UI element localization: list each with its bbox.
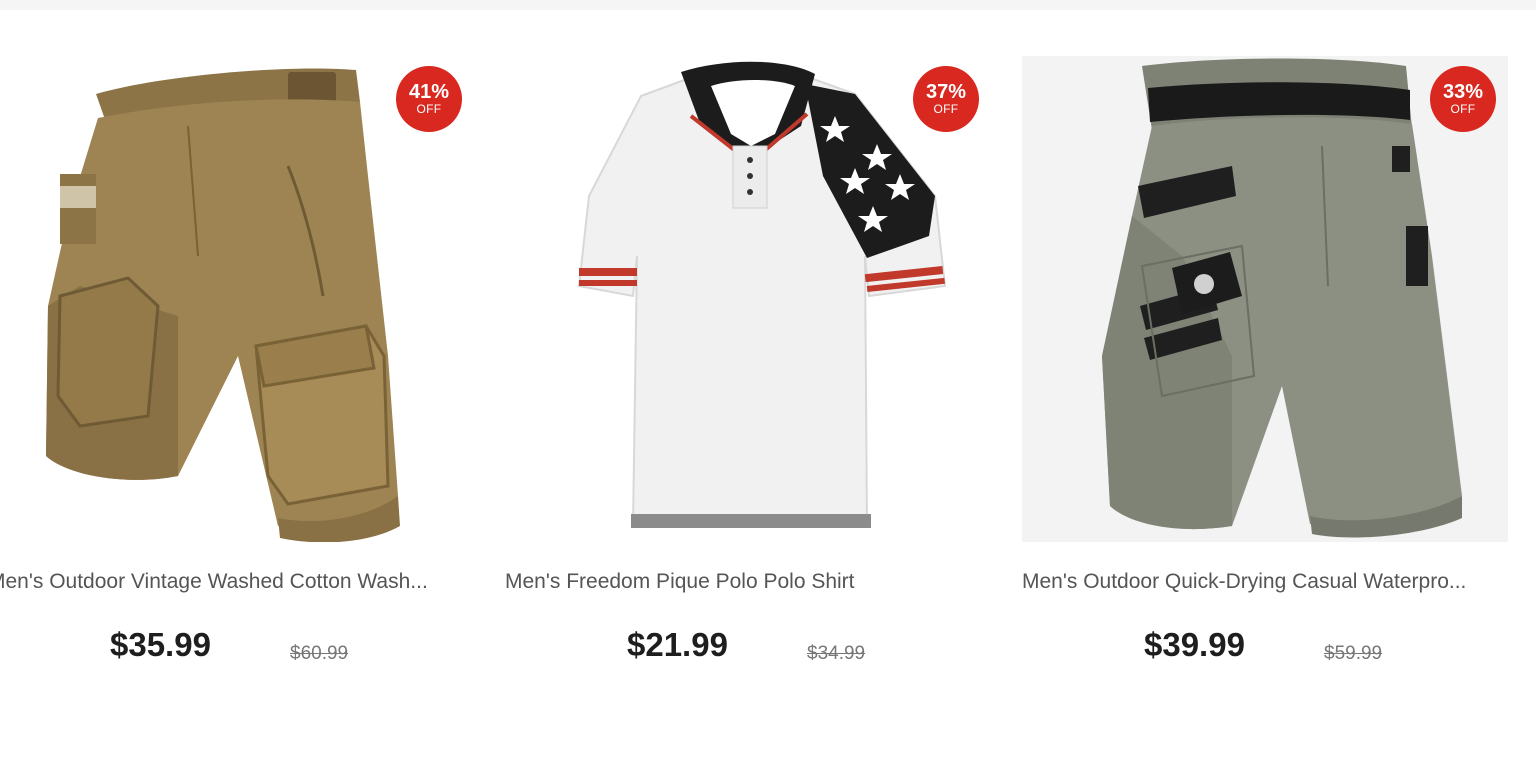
product-card[interactable]: 33% OFF Men's Outdoor Quick-Drying Casua… bbox=[1022, 10, 1522, 710]
discount-badge: 37% OFF bbox=[913, 66, 979, 132]
product-image-link[interactable] bbox=[505, 56, 991, 542]
product-card[interactable]: 37% OFF Men's Freedom Pique Polo Polo Sh… bbox=[505, 10, 1005, 710]
discount-off-label: OFF bbox=[933, 102, 959, 116]
discount-off-label: OFF bbox=[416, 102, 442, 116]
original-price: $34.99 bbox=[807, 643, 866, 664]
cargo-shorts-image bbox=[46, 68, 400, 542]
discount-percent: 41% bbox=[408, 81, 450, 103]
top-band bbox=[0, 0, 1536, 10]
tactical-shorts-image bbox=[1102, 58, 1462, 538]
discount-percent: 33% bbox=[1442, 81, 1484, 103]
original-price: $60.99 bbox=[290, 643, 349, 664]
original-price: $59.99 bbox=[1324, 643, 1383, 664]
product-title[interactable]: Men's Freedom Pique Polo Polo Shirt bbox=[505, 568, 991, 596]
sale-price: $39.99 bbox=[1144, 626, 1245, 663]
product-title[interactable]: Men's Outdoor Quick-Drying Casual Waterp… bbox=[1022, 568, 1508, 596]
sale-price: $21.99 bbox=[627, 626, 728, 663]
price-row: $39.99 $59.99 bbox=[1022, 624, 1508, 674]
product-image-link[interactable] bbox=[1022, 56, 1508, 542]
sale-price: $35.99 bbox=[110, 626, 211, 663]
discount-percent: 37% bbox=[925, 81, 967, 103]
discount-off-label: OFF bbox=[1450, 102, 1476, 116]
polo-shirt-image bbox=[577, 61, 947, 528]
product-image-link[interactable] bbox=[0, 56, 474, 542]
discount-badge: 33% OFF bbox=[1430, 66, 1496, 132]
product-title[interactable]: Men's Outdoor Vintage Washed Cotton Wash… bbox=[0, 568, 474, 596]
price-row: $35.99 $60.99 bbox=[0, 624, 474, 674]
price-row: $21.99 $34.99 bbox=[505, 624, 991, 674]
product-card[interactable]: 41% OFF Men's Outdoor Vintage Washed Cot… bbox=[0, 10, 488, 710]
product-grid: 41% OFF Men's Outdoor Vintage Washed Cot… bbox=[0, 10, 1536, 764]
discount-badge: 41% OFF bbox=[396, 66, 462, 132]
